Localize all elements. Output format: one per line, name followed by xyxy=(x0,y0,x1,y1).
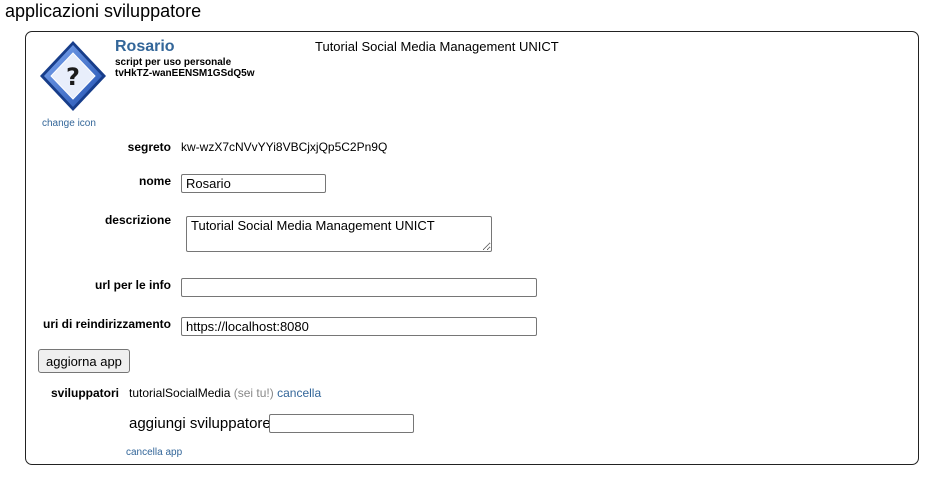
redirect-uri-label: uri di reindirizzamento xyxy=(42,317,171,331)
add-developer-input[interactable] xyxy=(269,414,414,433)
secret-label: segreto xyxy=(127,140,171,154)
developer-entry: tutorialSocialMedia (sei tu!) cancella xyxy=(129,386,321,400)
add-developer-label: aggiungi sviluppatore: xyxy=(129,415,275,432)
app-type: script per uso personale xyxy=(115,57,232,68)
update-app-button[interactable]: aggiorna app xyxy=(38,349,130,373)
page-title: applicazioni sviluppatore xyxy=(5,1,202,21)
description-label: descrizione xyxy=(104,213,171,227)
app-description-header: Tutorial Social Media Management UNICT xyxy=(315,39,559,54)
name-label: nome xyxy=(138,174,171,188)
help-question-icon: ? xyxy=(40,41,106,111)
app-name: Rosario xyxy=(115,38,175,55)
app-client-id: tvHkTZ-wanEENSM1GSdQ5w xyxy=(115,68,255,79)
change-icon-link[interactable]: change icon xyxy=(42,118,96,129)
description-textarea[interactable]: Tutorial Social Media Management UNICT xyxy=(186,216,492,252)
secret-value: kw-wzX7cNVvYYi8VBCjxjQp5C2Pn9Q xyxy=(181,140,388,154)
about-url-input[interactable] xyxy=(181,278,537,297)
svg-text:?: ? xyxy=(66,63,80,91)
developers-label: sviluppatori xyxy=(51,386,120,400)
developer-name: tutorialSocialMedia xyxy=(129,386,231,400)
redirect-uri-input[interactable] xyxy=(181,317,537,336)
remove-developer-link[interactable]: cancella xyxy=(277,386,321,400)
delete-app-link[interactable]: cancella app xyxy=(126,447,182,458)
app-panel: ? change icon Rosario script per uso per… xyxy=(25,31,919,465)
developer-you-note: (sei tu!) xyxy=(233,386,274,400)
about-url-label: url per le info xyxy=(94,278,171,292)
name-input[interactable] xyxy=(181,174,326,193)
